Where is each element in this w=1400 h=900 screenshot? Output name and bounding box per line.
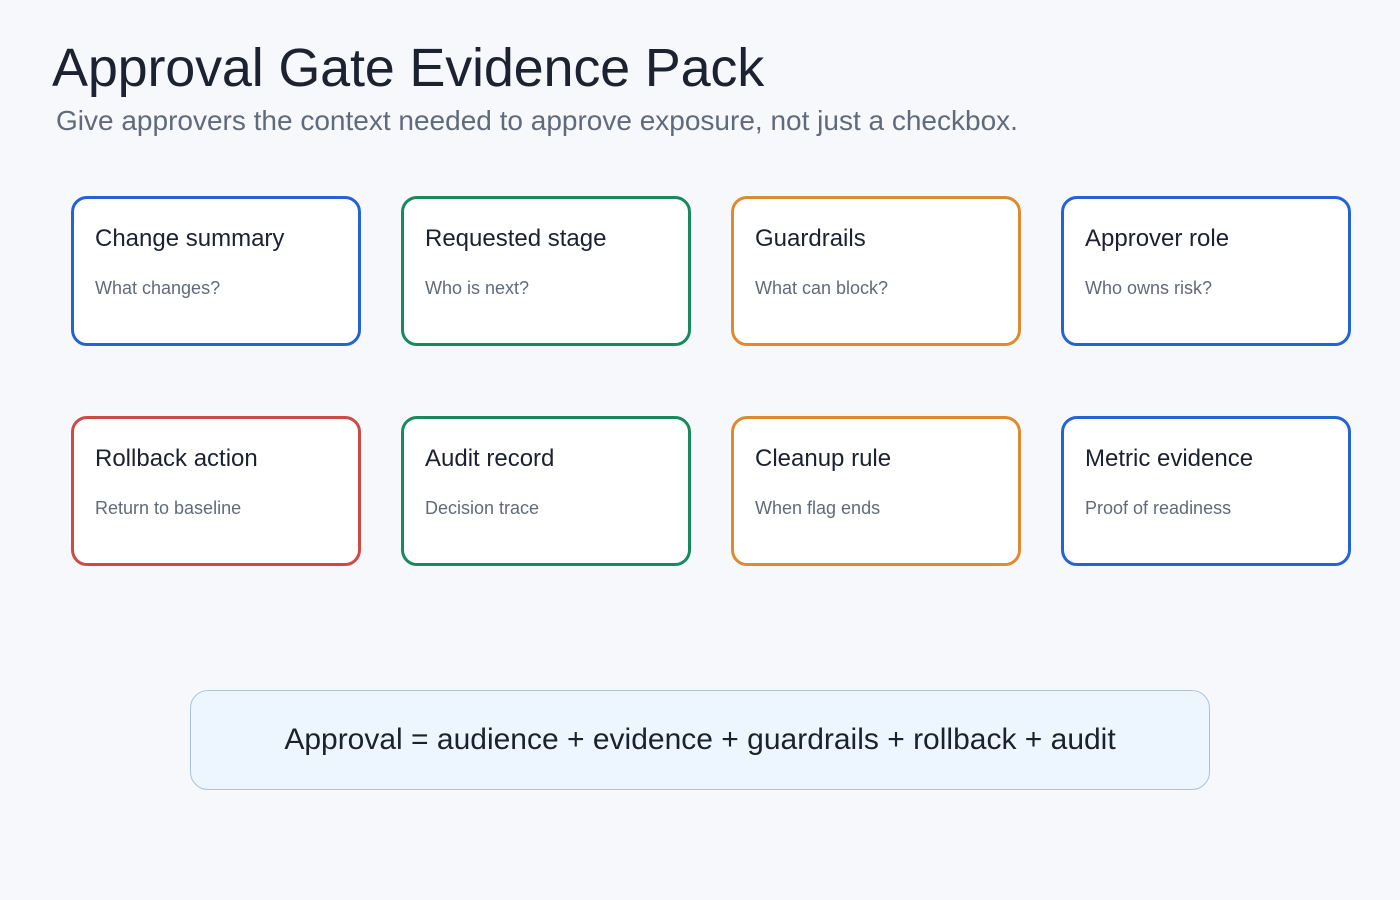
card-rollback-action: Rollback action Return to baseline — [71, 416, 361, 566]
card-requested-stage: Requested stage Who is next? — [401, 196, 691, 346]
card-subtitle: Decision trace — [425, 498, 540, 518]
card-title: Rollback action — [95, 445, 258, 472]
card-title: Approver role — [1085, 225, 1230, 252]
card-title: Change summary — [95, 225, 285, 252]
page-title: Approval Gate Evidence Pack — [52, 38, 764, 98]
card-subtitle: Who is next? — [425, 278, 530, 298]
card-subtitle: What changes? — [95, 278, 221, 298]
card-title: Guardrails — [755, 225, 866, 252]
card-title: Requested stage — [425, 225, 607, 252]
card-subtitle: Return to baseline — [95, 498, 242, 518]
card-title: Metric evidence — [1085, 445, 1254, 472]
page-subtitle: Give approvers the context needed to app… — [56, 105, 1018, 136]
card-subtitle: What can block? — [755, 278, 889, 298]
card-subtitle: Who owns risk? — [1085, 278, 1213, 298]
card-cleanup-rule: Cleanup rule When flag ends — [731, 416, 1021, 566]
card-subtitle: Proof of readiness — [1085, 498, 1232, 518]
approval-formula-text: Approval = audience + evidence + guardra… — [284, 723, 1116, 756]
card-subtitle: When flag ends — [755, 498, 881, 518]
card-guardrails: Guardrails What can block? — [731, 196, 1021, 346]
card-title: Cleanup rule — [755, 445, 892, 472]
card-approver-role: Approver role Who owns risk? — [1061, 196, 1351, 346]
card-title: Audit record — [425, 445, 555, 472]
card-metric-evidence: Metric evidence Proof of readiness — [1061, 416, 1351, 566]
card-audit-record: Audit record Decision trace — [401, 416, 691, 566]
card-change-summary: Change summary What changes? — [71, 196, 361, 346]
approval-formula-box: Approval = audience + evidence + guardra… — [190, 690, 1210, 790]
